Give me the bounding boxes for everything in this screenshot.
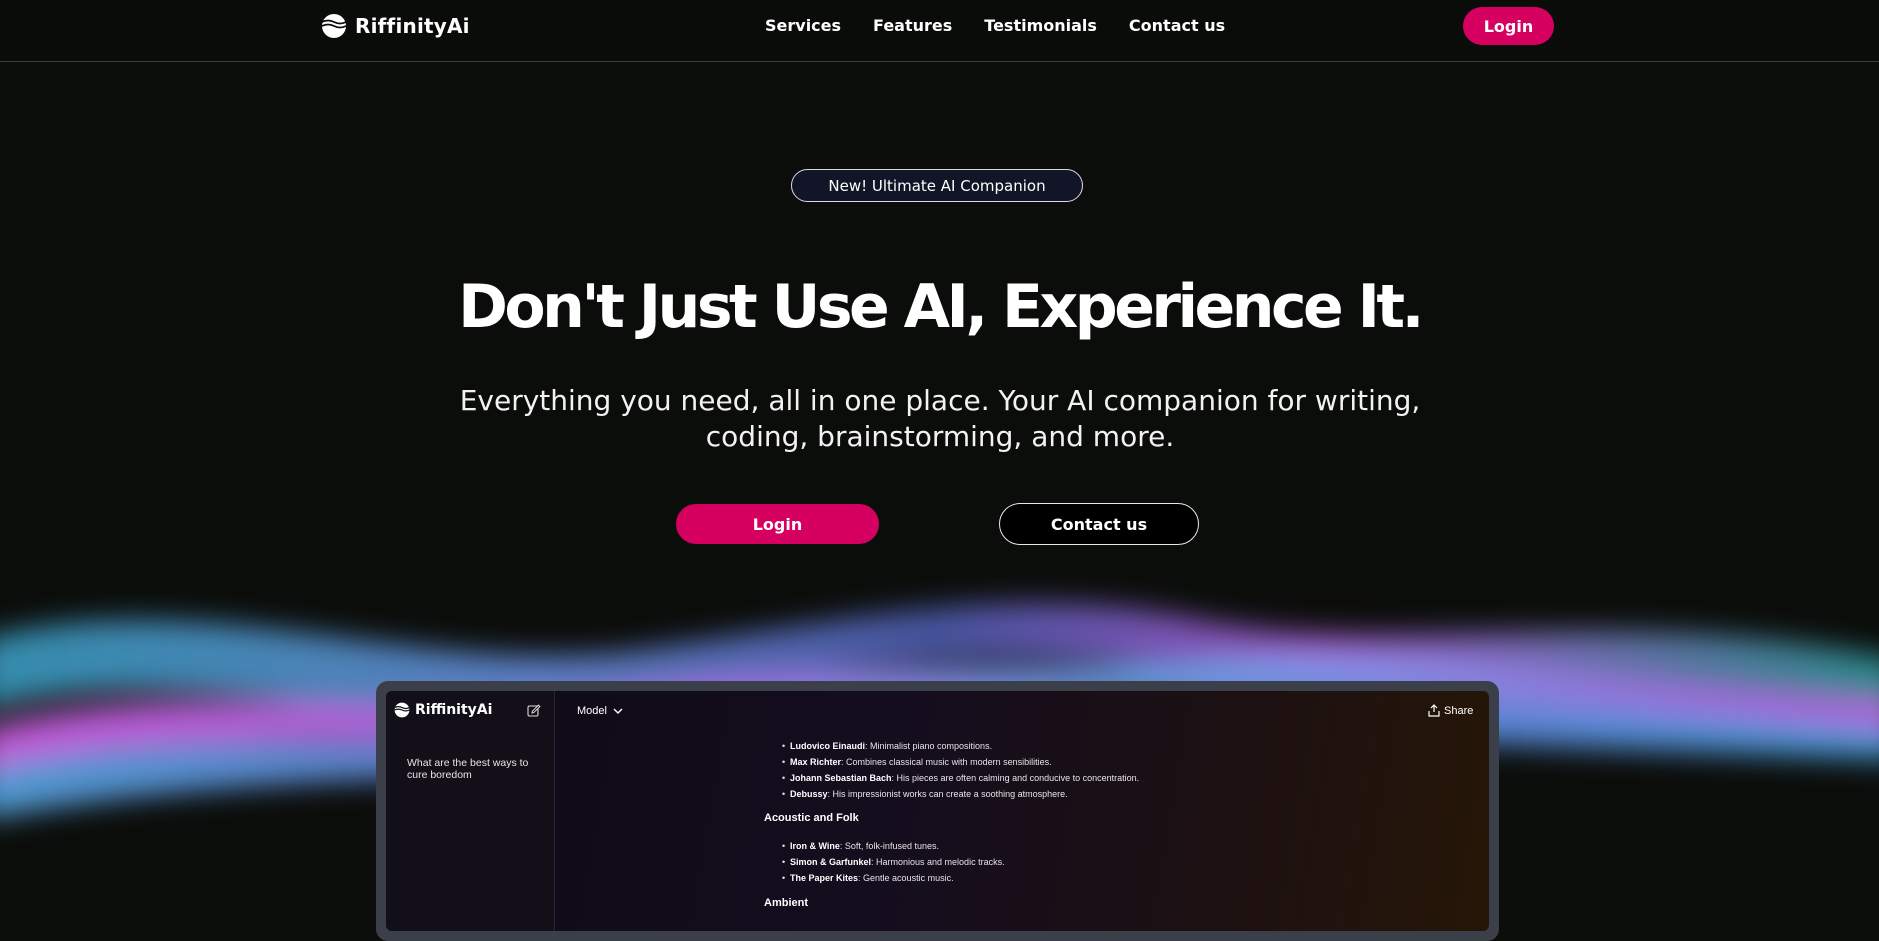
list-item: Simon & Garfunkel: Harmonious and melodi… — [782, 854, 1005, 870]
app-preview: RiffinityAi What are the best ways to cu… — [386, 691, 1489, 931]
announcement-badge[interactable]: New! Ultimate AI Companion — [791, 169, 1083, 202]
nav-links: Services Features Testimonials Contact u… — [765, 16, 1225, 35]
acoustic-list: Iron & Wine: Soft, folk-infused tunes. S… — [782, 838, 1005, 886]
model-selector[interactable]: Model — [577, 705, 623, 717]
hero-subtitle: Everything you need, all in one place. Y… — [459, 384, 1421, 453]
nav-link-testimonials[interactable]: Testimonials — [984, 16, 1097, 35]
brand-name: RiffinityAi — [355, 14, 470, 38]
preview-brand-logo[interactable]: RiffinityAi — [394, 702, 492, 718]
nav-login-button[interactable]: Login — [1463, 7, 1554, 45]
list-item: Johann Sebastian Bach: His pieces are of… — [782, 770, 1139, 786]
chevron-down-icon — [613, 708, 623, 714]
list-item: Max Richter: Combines classical music wi… — [782, 754, 1139, 770]
classical-list: Ludovico Einaudi: Minimalist piano compo… — [782, 738, 1139, 802]
hero-login-button[interactable]: Login — [676, 504, 879, 544]
nav-link-contact[interactable]: Contact us — [1129, 16, 1225, 35]
chat-history-item[interactable]: What are the best ways to cure boredom — [407, 757, 532, 781]
section-heading: Ambient — [764, 897, 808, 909]
riffinity-logo-icon — [321, 14, 347, 38]
list-item: Iron & Wine: Soft, folk-infused tunes. — [782, 838, 1005, 854]
share-label: Share — [1444, 704, 1474, 717]
top-navbar: RiffinityAi Services Features Testimonia… — [0, 0, 1879, 62]
riffinity-logo-icon — [394, 702, 410, 718]
share-icon — [1428, 704, 1440, 717]
model-label: Model — [577, 705, 607, 717]
brand-logo[interactable]: RiffinityAi — [321, 12, 470, 40]
hero-headline: Don't Just Use AI, Experience It. — [458, 272, 1424, 342]
nav-link-features[interactable]: Features — [873, 16, 952, 35]
share-button[interactable]: Share — [1428, 704, 1473, 717]
preview-sidebar: RiffinityAi What are the best ways to cu… — [386, 691, 555, 931]
preview-brand-name: RiffinityAi — [415, 702, 493, 718]
edit-icon[interactable] — [527, 704, 541, 718]
list-item: The Paper Kites: Gentle acoustic music. — [782, 870, 1005, 886]
list-item: Debussy: His impressionist works can cre… — [782, 786, 1139, 802]
section-heading: Acoustic and Folk — [764, 812, 859, 824]
nav-link-services[interactable]: Services — [765, 16, 841, 35]
hero-contact-button[interactable]: Contact us — [999, 503, 1199, 545]
list-item: Ludovico Einaudi: Minimalist piano compo… — [782, 738, 1139, 754]
